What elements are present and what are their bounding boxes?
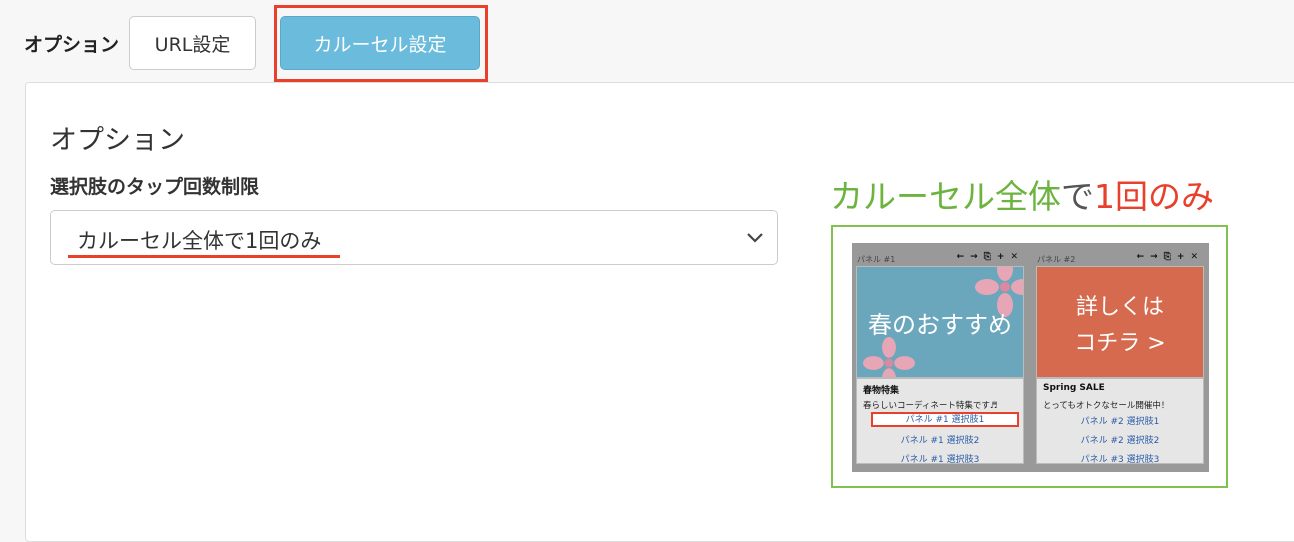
tab-carousel-settings[interactable]: カルーセル設定 (280, 16, 480, 70)
card-choice: パネル #3 選択肢3 (1080, 455, 1160, 465)
card-header: パネル #1 ←→⎘+✕ (854, 252, 1026, 265)
card-image: 詳しくは コチラ > (1036, 266, 1204, 378)
carousel-illustration: パネル #1 ←→⎘+✕ 春のおすすめ 春物特集 春らしいコーディネート特集です… (831, 225, 1228, 488)
section-title: オプション (50, 125, 185, 156)
card-header: パネル #2 ←→⎘+✕ (1034, 252, 1206, 265)
card-image: 春のおすすめ (856, 266, 1024, 378)
card-toolbar: ←→⎘+✕ (1136, 252, 1204, 262)
carousel-card-1: パネル #1 ←→⎘+✕ 春のおすすめ 春物特集 春らしいコーディネート特集です… (854, 252, 1026, 468)
card-choice: パネル #2 選択肢2 (1080, 436, 1160, 446)
card-label: パネル #1 (857, 255, 896, 264)
card-toolbar: ←→⎘+✕ (956, 252, 1024, 262)
caption-particle: で (1061, 177, 1094, 216)
tab-url-settings[interactable]: URL設定 (129, 16, 257, 70)
card-image-text: 春のおすすめ (868, 311, 1012, 339)
carousel-preview: パネル #1 ←→⎘+✕ 春のおすすめ 春物特集 春らしいコーディネート特集です… (852, 243, 1209, 472)
caption-scope: カルーセル全体 (830, 177, 1061, 216)
illustration-caption: カルーセル全体で1回のみ (830, 170, 1214, 218)
card-label: パネル #2 (1037, 255, 1076, 264)
tabs-group-label: オプション (24, 33, 120, 56)
tap-limit-label: 選択肢のタップ回数制限 (50, 176, 260, 198)
card-image-text: 詳しくは (1075, 295, 1164, 320)
caption-limit: 1回のみ (1094, 177, 1214, 216)
card-title: 春物特集 (863, 386, 900, 396)
chevron-down-icon (747, 233, 763, 243)
select-value-underline (68, 255, 340, 258)
card-choice-highlighted: パネル #1 選択肢1 (871, 412, 1019, 427)
card-choice: パネル #1 選択肢3 (900, 455, 980, 465)
flower-icon (863, 337, 915, 377)
card-title: Spring SALE (1043, 383, 1105, 393)
card-description: 春らしいコーディネート特集です♬ (863, 401, 998, 411)
card-choice: パネル #2 選択肢1 (1080, 417, 1160, 427)
card-description: とってもオトクなセール開催中！ (1043, 401, 1170, 411)
card-body: Spring SALE とってもオトクなセール開催中！ パネル #2 選択肢1 … (1036, 378, 1204, 465)
option-tabs: オプション URL設定 (24, 16, 260, 70)
carousel-card-2: パネル #2 ←→⎘+✕ 詳しくは コチラ > Spring SALE とっても… (1034, 252, 1206, 468)
card-body: 春物特集 春らしいコーディネート特集です♬ パネル #1 選択肢1 パネル #1… (856, 378, 1024, 465)
tap-limit-select-value: カルーセル全体で1回のみ (77, 229, 322, 253)
card-image-text: コチラ > (1074, 331, 1166, 356)
card-choice: パネル #1 選択肢2 (900, 436, 980, 446)
